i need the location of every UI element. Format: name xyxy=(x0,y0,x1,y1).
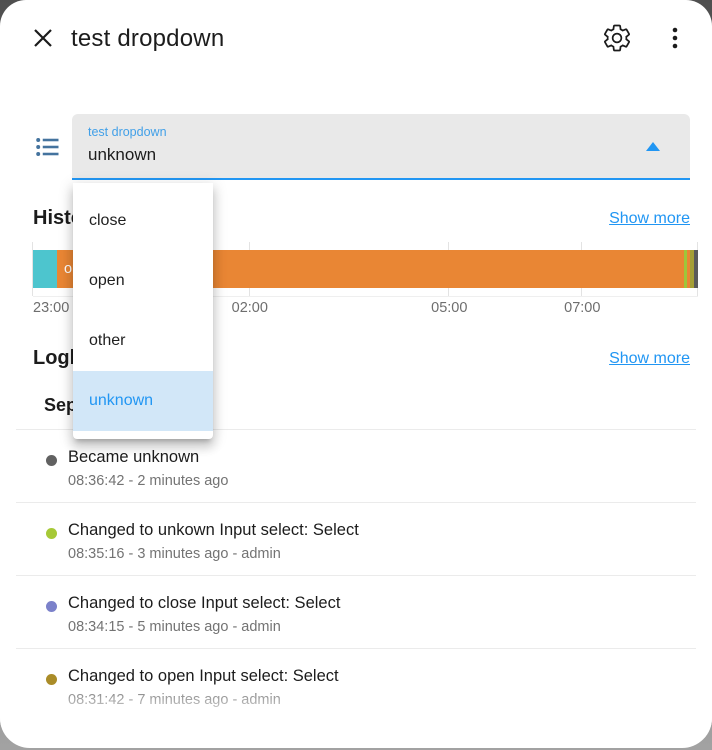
settings-button[interactable] xyxy=(602,23,632,56)
kebab-menu-icon xyxy=(668,25,682,54)
menu-option-close[interactable]: close xyxy=(73,191,213,251)
entry-timestamp: 08:34:15 - 5 minutes ago - admin xyxy=(68,617,688,637)
logbook-entry[interactable]: Changed to close Input select: Select 08:… xyxy=(16,576,696,649)
entry-title: Changed to close Input select: Select xyxy=(68,592,688,614)
dropdown-menu: closeopenotherunknown xyxy=(73,183,213,439)
entry-timestamp: 08:35:16 - 3 minutes ago - admin xyxy=(68,544,688,564)
entry-title: Became unknown xyxy=(68,446,688,468)
entry-state-dot xyxy=(46,455,57,466)
logbook-show-more-link[interactable]: Show more xyxy=(609,350,690,368)
logbook-entry[interactable]: Changed to open Input select: Select 08:3… xyxy=(16,649,696,721)
entry-title: Changed to open Input select: Select xyxy=(68,665,688,687)
caret-up-icon xyxy=(646,142,660,151)
axis-tick-02:00: 02:00 xyxy=(232,300,268,316)
entry-state-dot xyxy=(46,528,57,539)
logbook-entry[interactable]: Changed to unkown Input select: Select 08… xyxy=(16,503,696,576)
timeline-segment-5 xyxy=(694,250,698,288)
menu-option-open[interactable]: open xyxy=(73,251,213,311)
timeline-segment-0 xyxy=(33,250,57,288)
dropdown-select-field[interactable]: test dropdown unknown xyxy=(72,114,690,180)
more-options-button[interactable] xyxy=(668,25,682,54)
dialog-header: test dropdown xyxy=(0,0,712,78)
close-icon xyxy=(33,28,53,51)
history-show-more-link[interactable]: Show more xyxy=(609,210,690,228)
dialog-title: test dropdown xyxy=(71,25,224,53)
gear-icon xyxy=(602,23,632,56)
axis-tick-05:00: 05:00 xyxy=(431,300,467,316)
entity-dialog: test dropdown xyxy=(0,0,712,748)
format-list-bulleted-icon xyxy=(34,133,62,161)
logbook-entry[interactable]: Became unknown 08:36:42 - 2 minutes ago xyxy=(16,430,696,503)
entry-state-dot xyxy=(46,674,57,685)
axis-tick-23:00: 23:00 xyxy=(33,300,69,316)
entry-state-dot xyxy=(46,601,57,612)
entry-title: Changed to unkown Input select: Select xyxy=(68,519,688,541)
entry-timestamp: 08:36:42 - 2 minutes ago xyxy=(68,471,688,491)
menu-option-unknown[interactable]: unknown xyxy=(73,371,213,431)
axis-tick-07:00: 07:00 xyxy=(564,300,600,316)
select-field-value: unknown xyxy=(88,145,674,165)
entry-timestamp: 08:31:42 - 7 minutes ago - admin xyxy=(68,690,688,710)
select-field-label: test dropdown xyxy=(88,125,674,139)
close-button[interactable] xyxy=(33,28,53,51)
logbook-list: Became unknown 08:36:42 - 2 minutes ago Ch… xyxy=(16,429,696,721)
menu-option-other[interactable]: other xyxy=(73,311,213,371)
